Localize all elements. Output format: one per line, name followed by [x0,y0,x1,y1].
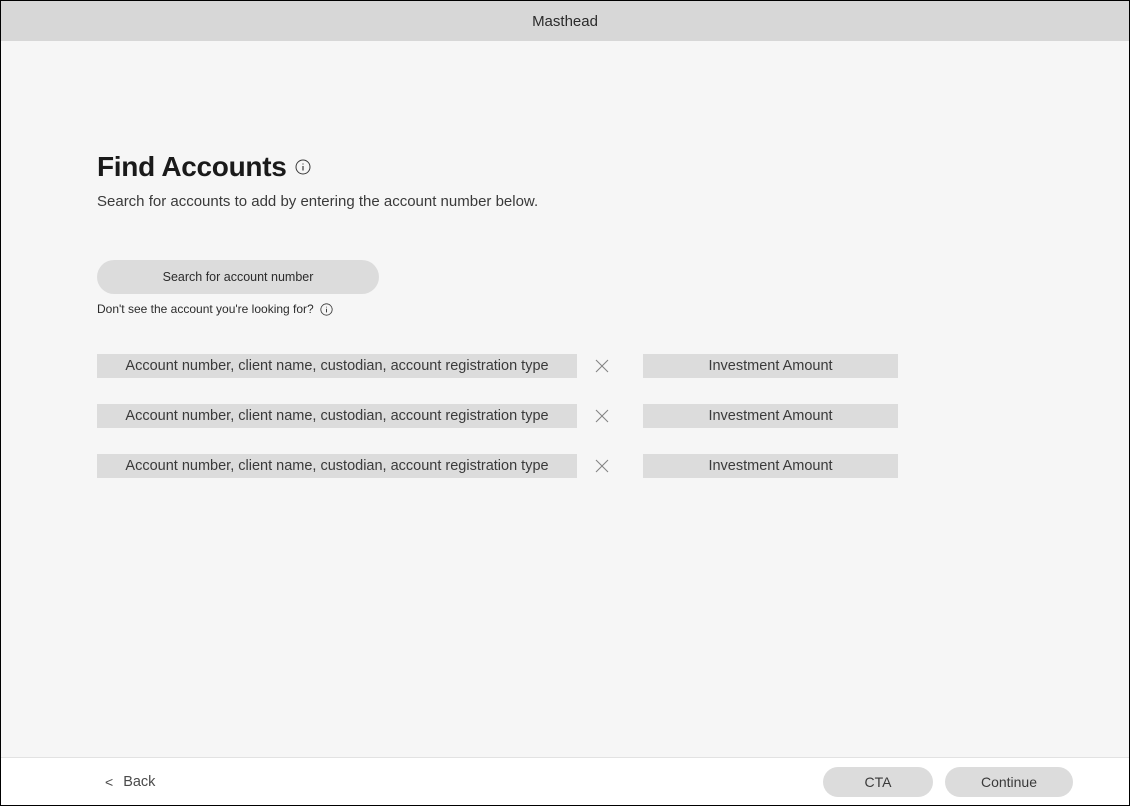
page-title: Find Accounts [97,151,287,183]
search-input[interactable] [97,260,379,294]
account-info-cell[interactable]: Account number, client name, custodian, … [97,454,577,478]
close-icon[interactable] [595,459,609,473]
investment-amount-cell[interactable]: Investment Amount [643,404,898,428]
back-button[interactable]: < Back [105,774,155,790]
continue-button[interactable]: Continue [945,767,1073,797]
investment-amount-cell[interactable]: Investment Amount [643,354,898,378]
investment-amount-text: Investment Amount [708,458,832,474]
account-row: Account number, client name, custodian, … [97,404,1033,428]
back-label: Back [123,774,155,790]
account-row: Account number, client name, custodian, … [97,354,1033,378]
cta-button[interactable]: CTA [823,767,933,797]
investment-amount-text: Investment Amount [708,358,832,374]
masthead-label: Masthead [532,13,598,30]
close-icon[interactable] [595,359,609,373]
info-icon[interactable] [295,159,311,175]
help-text: Don't see the account you're looking for… [97,302,314,316]
account-list: Account number, client name, custodian, … [97,354,1033,478]
account-info-text: Account number, client name, custodian, … [125,458,548,474]
masthead: Masthead [1,1,1129,41]
app-frame: Masthead Find Accounts Search for accoun… [0,0,1130,806]
close-icon[interactable] [595,409,609,423]
info-icon[interactable] [320,303,333,316]
account-info-text: Account number, client name, custodian, … [125,358,548,374]
account-info-text: Account number, client name, custodian, … [125,408,548,424]
page-title-row: Find Accounts [97,151,1033,183]
account-info-cell[interactable]: Account number, client name, custodian, … [97,404,577,428]
footer-bar: < Back CTA Continue [1,757,1129,805]
investment-amount-text: Investment Amount [708,408,832,424]
help-row: Don't see the account you're looking for… [97,302,1033,316]
page-subtitle: Search for accounts to add by entering t… [97,193,1033,210]
investment-amount-cell[interactable]: Investment Amount [643,454,898,478]
account-info-cell[interactable]: Account number, client name, custodian, … [97,354,577,378]
content-area: Find Accounts Search for accounts to add… [1,41,1129,757]
chevron-left-icon: < [105,775,113,789]
account-row: Account number, client name, custodian, … [97,454,1033,478]
